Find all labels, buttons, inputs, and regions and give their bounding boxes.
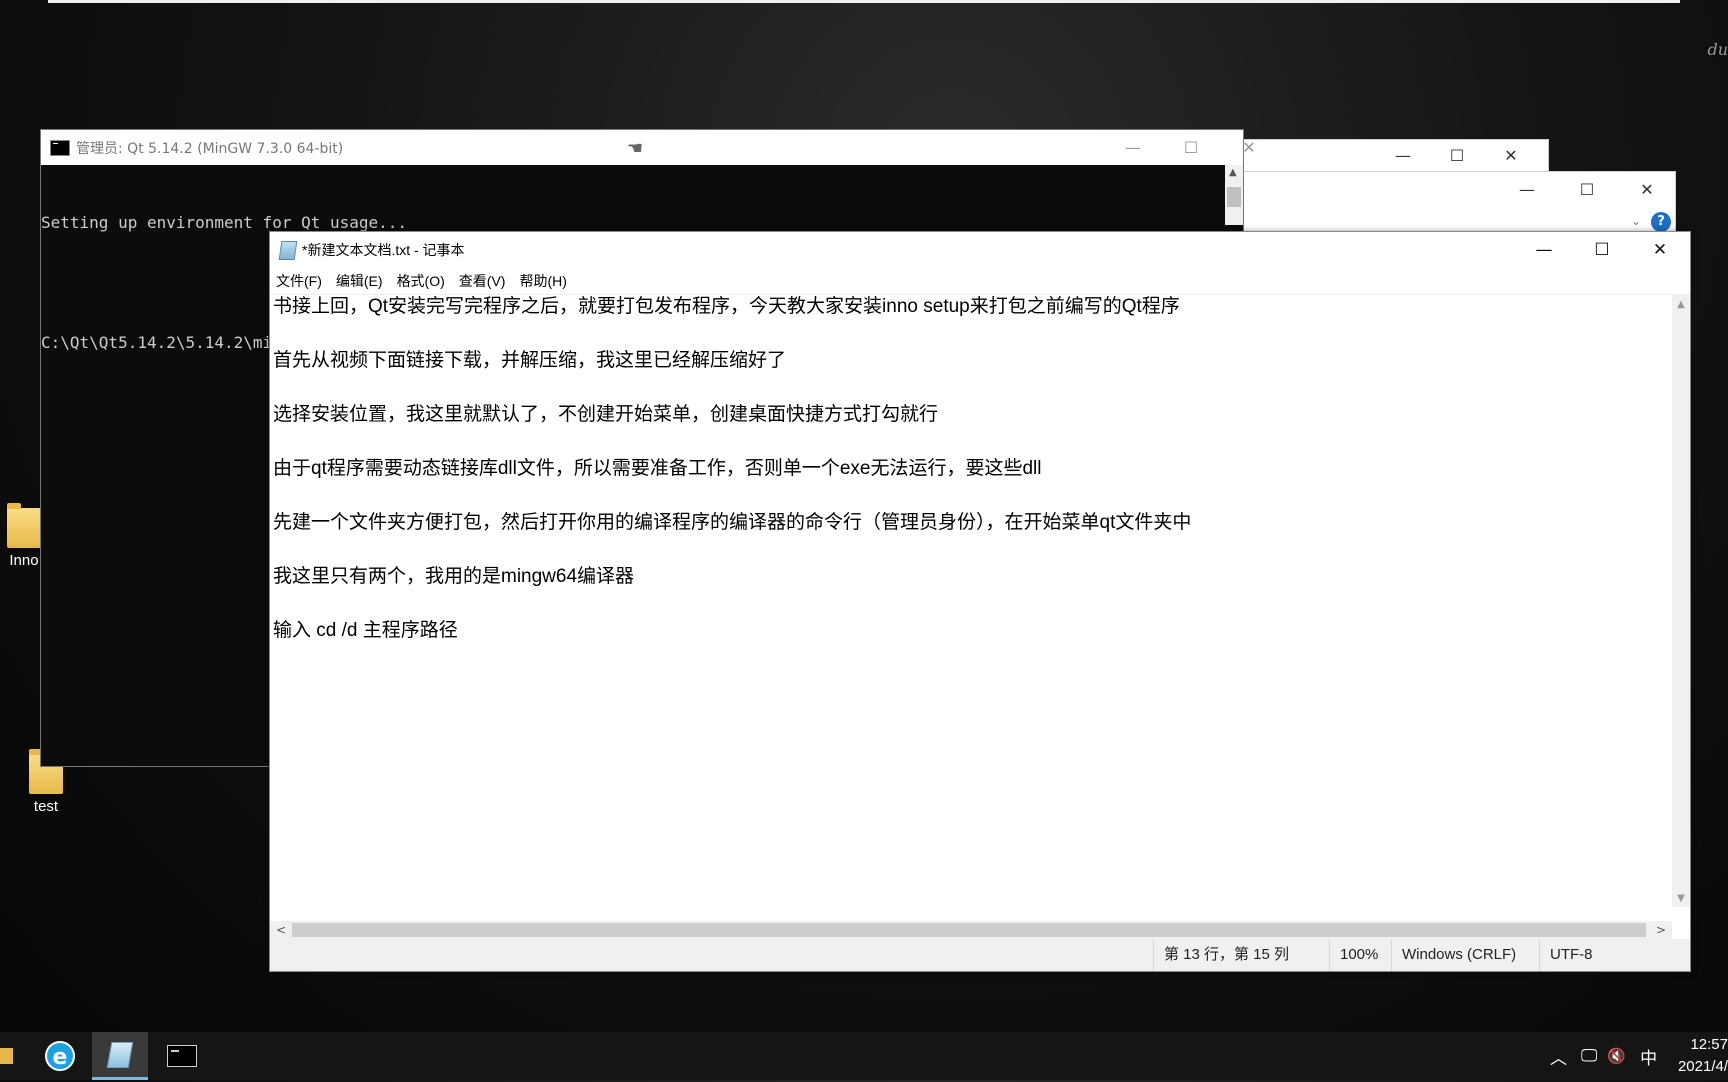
clock[interactable]: 12:57 2021/4/ bbox=[1666, 1032, 1728, 1082]
menu-edit[interactable]: 编辑(E) bbox=[336, 271, 383, 291]
clock-date: 2021/4/ bbox=[1677, 1058, 1728, 1075]
text-line: 我这里只有两个，我用的是mingw64编译器 bbox=[273, 566, 635, 587]
cursor-position: 第 13 行，第 15 列 bbox=[1153, 939, 1289, 971]
maximize-icon[interactable]: ☐ bbox=[1573, 232, 1631, 268]
close-icon[interactable]: ✕ bbox=[1489, 140, 1533, 170]
horizontal-scrollbar[interactable]: < > bbox=[270, 921, 1672, 939]
text-line: 输入 cd /d 主程序路径 bbox=[273, 620, 458, 641]
notepad-icon bbox=[278, 240, 298, 260]
console-title: 管理员: Qt 5.14.2 (MinGW 7.3.0 64-bit) bbox=[76, 140, 344, 157]
encoding: UTF-8 bbox=[1539, 939, 1593, 971]
menu-bar: 文件(F) 编辑(E) 格式(O) 查看(V) 帮助(H) bbox=[270, 268, 1690, 295]
maximize-icon[interactable]: ☐ bbox=[1435, 140, 1479, 170]
text-editor[interactable]: 书接上回，Qt安装完写完程序之后，就要打包发布程序，今天教大家安装inno se… bbox=[270, 295, 1670, 907]
text-line: 书接上回，Qt安装完写完程序之后，就要打包发布程序，今天教大家安装inno se… bbox=[273, 296, 1180, 317]
menu-view[interactable]: 查看(V) bbox=[459, 271, 506, 291]
close-icon[interactable]: ✕ bbox=[1227, 132, 1271, 162]
notepad-window[interactable]: *新建文本文档.txt - 记事本 — ☐ ✕ 文件(F) 编辑(E) 格式(O… bbox=[269, 231, 1691, 972]
scrollbar-thumb[interactable] bbox=[1227, 187, 1241, 207]
clock-time: 12:57 bbox=[1690, 1036, 1728, 1053]
zoom-level: 100% bbox=[1329, 939, 1378, 971]
scroll-right-icon[interactable]: > bbox=[1652, 921, 1670, 939]
scroll-up-icon[interactable]: ▲ bbox=[1672, 295, 1690, 313]
taskbar: e ︿ 🖵 🔇 中 12:57 2021/4/ bbox=[0, 1032, 1728, 1080]
ie-browser-icon[interactable]: e bbox=[32, 1032, 88, 1080]
volume-muted-icon[interactable]: 🔇 bbox=[1607, 1047, 1626, 1065]
menu-help[interactable]: 帮助(H) bbox=[519, 271, 566, 291]
minimize-icon[interactable]: — bbox=[1505, 174, 1549, 204]
maximize-icon[interactable]: ☐ bbox=[1565, 174, 1609, 204]
window-title: *新建文本文档.txt - 记事本 bbox=[302, 242, 465, 258]
desktop-icon-inno[interactable]: Inno bbox=[4, 503, 44, 569]
background-window-1[interactable]: — ☐ ✕ bbox=[1240, 139, 1549, 175]
file-explorer-icon[interactable] bbox=[0, 1032, 32, 1080]
corner-watermark-text: du bbox=[1707, 40, 1728, 59]
maximize-icon[interactable]: ☐ bbox=[1169, 132, 1213, 162]
text-line: 由于qt程序需要动态链接库dll文件，所以需要准备工作，否则单一个exe无法运行… bbox=[273, 458, 1042, 479]
system-tray: ︿ 🖵 🔇 中 bbox=[1550, 1032, 1657, 1080]
hand-cursor-icon: ☚ bbox=[627, 138, 644, 159]
top-window-edge bbox=[48, 0, 1680, 3]
console-scrollbar[interactable]: ▲ bbox=[1225, 165, 1243, 225]
network-icon[interactable]: 🖵 bbox=[1581, 1046, 1597, 1066]
vertical-scrollbar[interactable]: ▲ ▼ bbox=[1672, 295, 1690, 907]
chevron-up-icon[interactable]: ︿ bbox=[1550, 1044, 1567, 1069]
line-ending: Windows (CRLF) bbox=[1391, 939, 1516, 971]
scroll-up-icon[interactable]: ▲ bbox=[1229, 167, 1237, 178]
notepad-titlebar[interactable]: *新建文本文档.txt - 记事本 — ☐ ✕ bbox=[270, 232, 1690, 268]
minimize-icon[interactable]: — bbox=[1111, 132, 1155, 162]
status-bar: 第 13 行，第 15 列 100% Windows (CRLF) UTF-8 bbox=[270, 939, 1690, 971]
scroll-left-icon[interactable]: < bbox=[272, 921, 290, 939]
close-icon[interactable]: ✕ bbox=[1631, 232, 1689, 268]
menu-file[interactable]: 文件(F) bbox=[276, 271, 322, 291]
text-line: 先建一个文件夹方便打包，然后打开你用的编译程序的编译器的命令行（管理员身份），在… bbox=[273, 512, 1192, 533]
desktop-icon-label: Inno bbox=[9, 552, 39, 569]
notepad-icon[interactable] bbox=[92, 1032, 148, 1080]
text-line: 首先从视频下面链接下载，并解压缩，我这里已经解压缩好了 bbox=[273, 350, 787, 371]
help-icon[interactable]: ? bbox=[1651, 212, 1671, 232]
menu-format[interactable]: 格式(O) bbox=[397, 271, 445, 291]
scroll-down-icon[interactable]: ▼ bbox=[1672, 889, 1690, 907]
close-icon[interactable]: ✕ bbox=[1625, 174, 1669, 204]
cmd-icon bbox=[50, 139, 70, 156]
console-line: Setting up environment for Qt usage... bbox=[41, 213, 408, 232]
minimize-icon[interactable]: — bbox=[1381, 140, 1425, 170]
minimize-icon[interactable]: — bbox=[1515, 232, 1573, 268]
ime-indicator[interactable]: 中 bbox=[1640, 1044, 1657, 1069]
background-window-2[interactable]: — ☐ ✕ ⌄ ? bbox=[1240, 171, 1676, 237]
desktop-icon-label: test bbox=[33, 798, 59, 815]
folder-icon bbox=[7, 503, 41, 548]
scrollbar-thumb[interactable] bbox=[292, 923, 1646, 937]
console-titlebar[interactable]: 管理员: Qt 5.14.2 (MinGW 7.3.0 64-bit) ☚ — … bbox=[41, 130, 1256, 165]
chevron-down-icon[interactable]: ⌄ bbox=[1631, 214, 1641, 228]
cmd-icon[interactable] bbox=[154, 1032, 210, 1080]
text-line: 选择安装位置，我这里就默认了，不创建开始菜单，创建桌面快捷方式打勾就行 bbox=[273, 404, 939, 425]
